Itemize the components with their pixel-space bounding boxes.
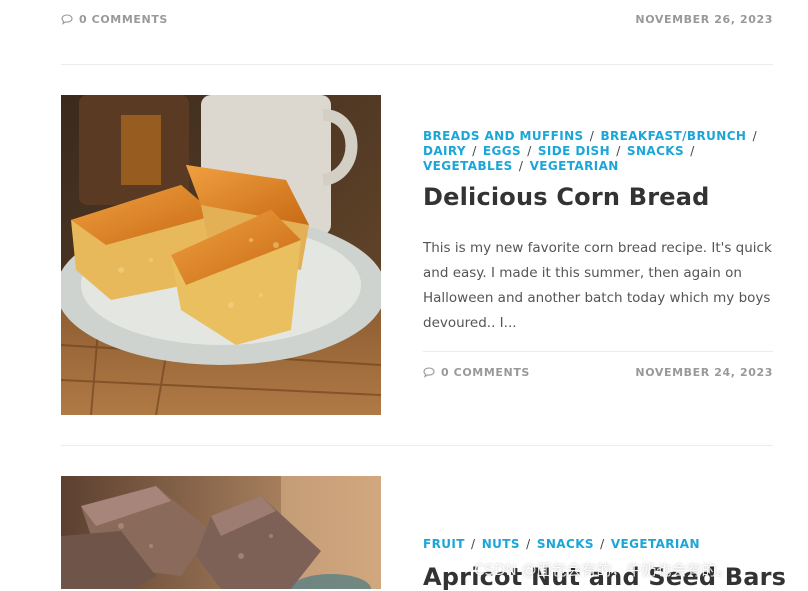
category-link[interactable]: SNACKS bbox=[537, 537, 594, 551]
category-separator: / bbox=[686, 144, 695, 158]
nut-bars-photo bbox=[61, 476, 381, 589]
post-date: NOVEMBER 24, 2023 bbox=[635, 366, 773, 379]
corn-bread-photo bbox=[61, 95, 381, 415]
category-link[interactable]: BREADS AND MUFFINS bbox=[423, 129, 584, 143]
comments-count: 0 COMMENTS bbox=[441, 366, 530, 379]
category-separator: / bbox=[595, 537, 609, 551]
comment-bubble-icon bbox=[61, 14, 73, 25]
category-link[interactable]: VEGETABLES bbox=[423, 159, 513, 173]
category-separator: / bbox=[612, 144, 625, 158]
category-link[interactable]: FRUIT bbox=[423, 537, 465, 551]
post-date: NOVEMBER 26, 2023 bbox=[635, 13, 773, 26]
category-link[interactable]: NUTS bbox=[482, 537, 520, 551]
category-link[interactable]: EGGS bbox=[483, 144, 521, 158]
category-link[interactable]: BREAKFAST/BRUNCH bbox=[600, 129, 746, 143]
post-thumbnail-nut-bars[interactable] bbox=[61, 476, 381, 589]
category-link[interactable]: VEGETARIAN bbox=[530, 159, 619, 173]
post-categories: BREADS AND MUFFINS / BREAKFAST/BRUNCH / … bbox=[423, 129, 778, 174]
category-link[interactable]: SNACKS bbox=[627, 144, 684, 158]
category-separator: / bbox=[585, 129, 599, 143]
post-thumbnail-corn-bread[interactable] bbox=[61, 95, 381, 415]
post-title[interactable]: Apricot Nut and Seed Bars bbox=[423, 563, 786, 591]
category-link[interactable]: SIDE DISH bbox=[538, 144, 610, 158]
post-categories: FRUIT / NUTS / SNACKS / VEGETARIAN bbox=[423, 537, 778, 552]
category-separator: / bbox=[514, 159, 528, 173]
category-separator: / bbox=[521, 537, 535, 551]
post-excerpt: This is my new favorite corn bread recip… bbox=[423, 240, 772, 331]
post-divider bbox=[61, 445, 773, 446]
category-separator: / bbox=[748, 129, 758, 143]
post-meta: 0 COMMENTS NOVEMBER 24, 2023 bbox=[423, 366, 773, 379]
post-meta-divider bbox=[423, 351, 773, 352]
post-title[interactable]: Delicious Corn Bread bbox=[423, 183, 783, 211]
category-separator: / bbox=[523, 144, 536, 158]
category-separator: / bbox=[466, 537, 480, 551]
top-post-meta: 0 COMMENTS NOVEMBER 26, 2023 bbox=[61, 13, 773, 26]
category-separator: / bbox=[468, 144, 481, 158]
top-post-comments-link[interactable]: 0 COMMENTS bbox=[61, 13, 168, 26]
category-link[interactable]: VEGETARIAN bbox=[611, 537, 700, 551]
comments-count: 0 COMMENTS bbox=[79, 13, 168, 26]
category-link[interactable]: DAIRY bbox=[423, 144, 466, 158]
post-comments-link[interactable]: 0 COMMENTS bbox=[423, 366, 530, 379]
post-divider bbox=[61, 64, 773, 65]
comment-bubble-icon bbox=[423, 367, 435, 378]
